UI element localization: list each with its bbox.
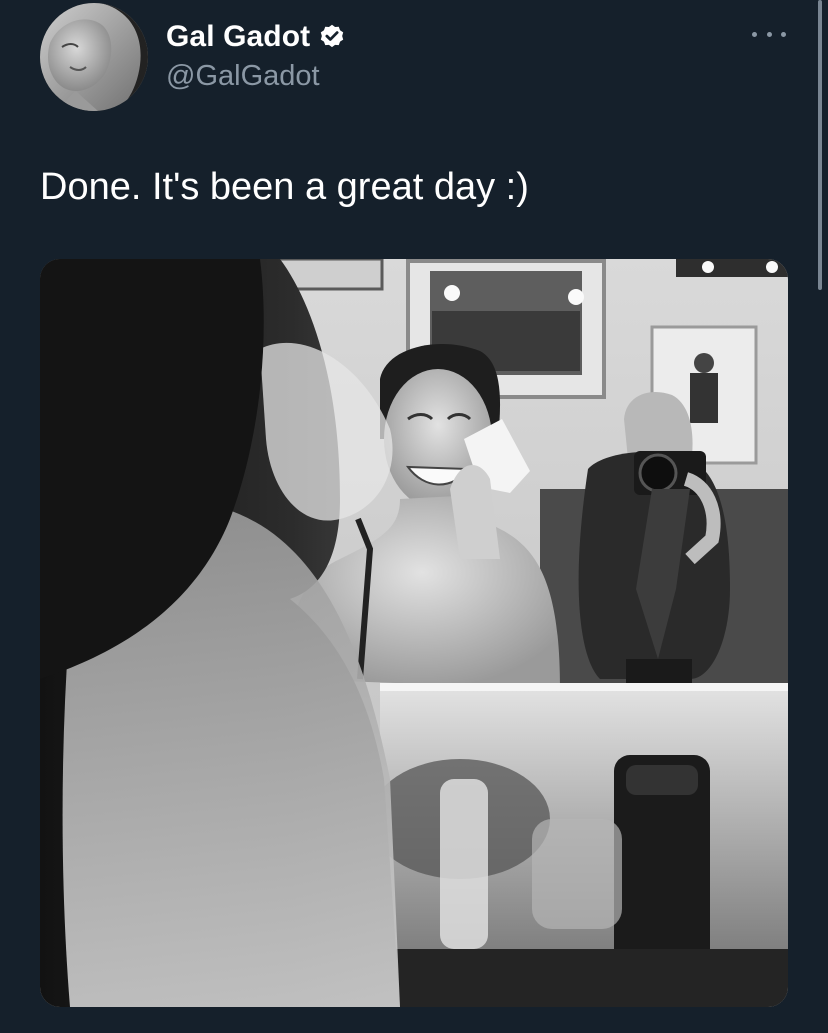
display-name[interactable]: Gal Gadot — [166, 20, 310, 54]
photo-image — [40, 259, 788, 1007]
verified-badge-icon — [318, 23, 346, 51]
author-name-row[interactable]: Gal Gadot — [166, 18, 346, 56]
scrollbar[interactable] — [818, 0, 822, 290]
handle[interactable]: @GalGadot — [166, 60, 320, 93]
avatar-image — [40, 3, 148, 111]
more-options-icon[interactable] — [752, 24, 786, 44]
tweet-text: Done. It's been a great day :) — [40, 166, 529, 208]
dot — [766, 31, 772, 37]
dot — [752, 31, 757, 37]
dot — [781, 31, 786, 37]
avatar[interactable] — [40, 3, 148, 111]
tweet[interactable]: Gal Gadot @GalGadot Done. It's been a gr… — [0, 0, 828, 1033]
tweet-photo[interactable] — [40, 259, 788, 1007]
